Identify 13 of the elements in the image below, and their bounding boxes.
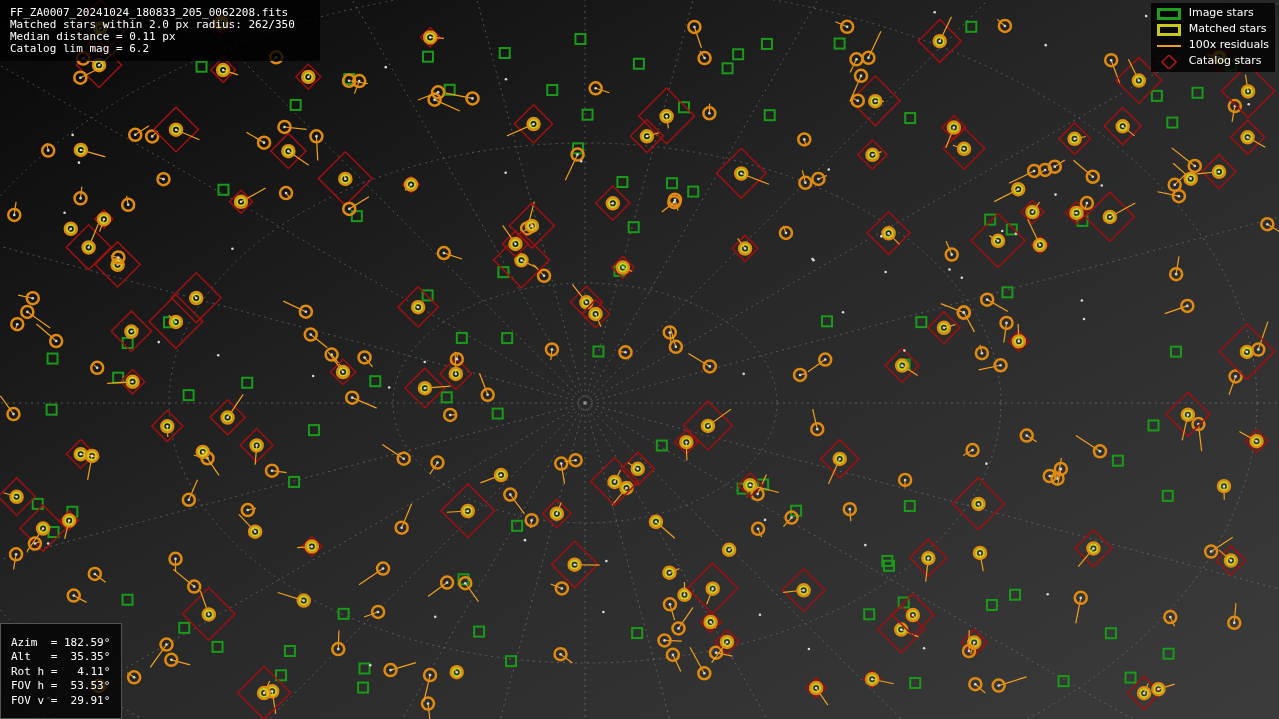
- pointing-text: Rot h = 4.11°: [11, 664, 111, 679]
- info-text: Median distance = 0.11 px: [10, 31, 177, 43]
- legend-label: Catalog stars: [1188, 53, 1262, 70]
- pointing-text: Azim = 182.59°: [11, 635, 111, 650]
- info-text: Catalog lim mag = 6.2: [10, 43, 151, 55]
- legend-label: Matched stars: [1188, 21, 1267, 38]
- pointing-text: FOV v = 29.91°: [11, 693, 111, 708]
- legend-label: Image stars: [1188, 5, 1254, 22]
- info-text: Matched stars within 2.0 px radius: 262/350: [10, 19, 296, 31]
- pointing-text: FOV h = 53.53°: [11, 679, 111, 694]
- legend-label: 100x residuals: [1188, 37, 1269, 54]
- pointing-text: Alt = 35.35°: [11, 650, 111, 665]
- info-text: FF_ZA0007_20241024_180833_205_0062208.fits: [10, 7, 290, 19]
